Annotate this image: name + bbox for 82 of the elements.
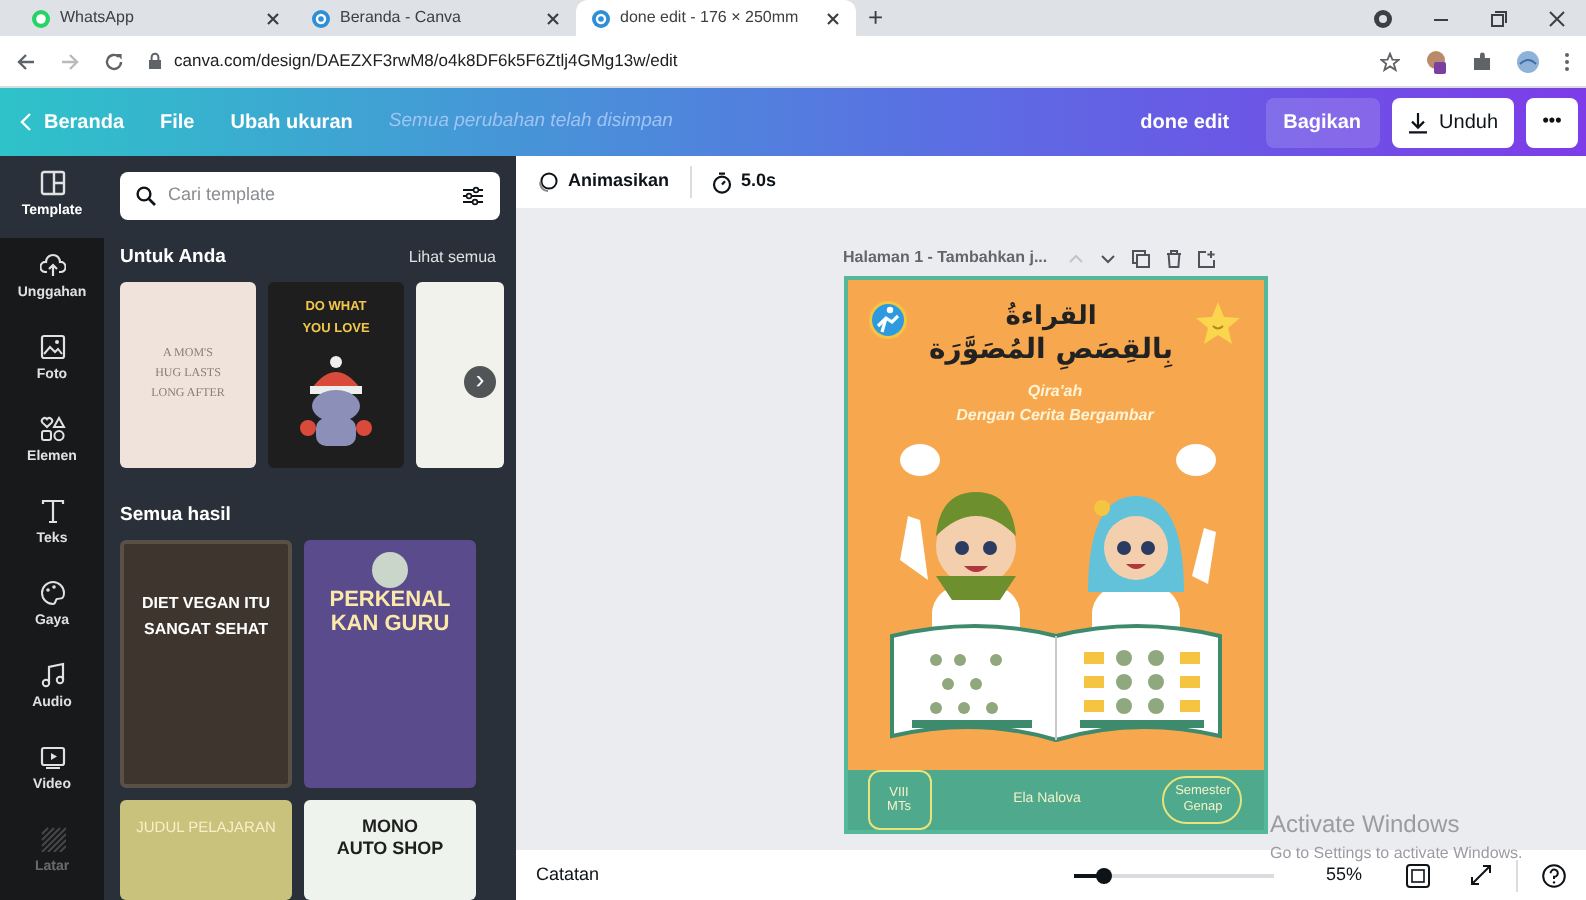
activation-title: Activate Windows	[1270, 808, 1462, 842]
template-thumbnail[interactable]: MONO AUTO SHOP	[304, 799, 476, 900]
shapes-icon	[39, 416, 65, 443]
close-icon[interactable]	[546, 11, 560, 25]
template-thumbnail[interactable]: PERKENAL KAN GURU	[304, 539, 476, 788]
zoom-slider-thumb[interactable]	[1095, 867, 1112, 883]
record-icon	[1374, 9, 1392, 27]
design-title: القراءةُ	[1005, 300, 1097, 334]
more-button[interactable]: •••	[1526, 97, 1578, 147]
add-page-icon[interactable]	[1197, 249, 1216, 267]
back-arrow-icon[interactable]	[16, 51, 36, 71]
template-text: AUTO SHOP	[336, 837, 444, 858]
document-title[interactable]: done edit	[1140, 107, 1230, 137]
notes-button[interactable]: Catatan	[536, 861, 600, 889]
template-text: SANGAT SEHAT	[144, 617, 268, 642]
bear-drawing	[296, 352, 376, 449]
trash-icon[interactable]	[1165, 249, 1182, 267]
tab-title: done edit - 176 × 250mm	[620, 6, 801, 30]
template-text: DIET VEGAN ITU	[141, 591, 270, 616]
page-title[interactable]: Halaman 1 - Tambahkan j...	[843, 246, 1048, 270]
expand-icon[interactable]	[1470, 864, 1492, 886]
design-subtitle: Qira'ah	[1027, 380, 1083, 404]
duration-button[interactable]: 5.0s	[711, 168, 777, 196]
template-text: PERKENAL	[329, 589, 451, 612]
tab-title: WhatsApp	[60, 6, 136, 30]
restore-icon[interactable]	[1490, 9, 1508, 27]
address-bar[interactable]: canva.com/design/DAEZXF3rwM8/o4k8DF6k5F6Ztlj4GMg13w/edit	[174, 48, 678, 74]
browser-tab[interactable]: WhatsApp	[16, 0, 296, 36]
share-button[interactable]: Bagikan	[1265, 97, 1380, 147]
reload-icon[interactable]	[104, 51, 124, 71]
browser-tab[interactable]: done edit - 176 × 250mm	[576, 0, 856, 36]
palette-icon	[39, 580, 65, 607]
circle-logo-icon	[592, 9, 610, 27]
sliders-icon[interactable]	[462, 185, 484, 206]
page-grid-icon[interactable]	[1406, 863, 1430, 887]
extension-icon[interactable]	[1424, 49, 1448, 73]
see-all-link[interactable]: Lihat semua	[408, 245, 496, 270]
activation-message: Go to Settings to activate Windows.	[1270, 842, 1523, 866]
save-status: Semua perubahan telah disimpan	[388, 107, 673, 136]
search-input[interactable]: Cari template	[168, 182, 450, 210]
section-title: Semua hasil	[120, 501, 233, 530]
circle-logo-icon	[312, 9, 330, 27]
running-figure-logo-icon	[867, 300, 907, 340]
duplicate-icon[interactable]	[1131, 249, 1150, 267]
animate-button[interactable]: Animasikan	[536, 168, 670, 196]
search-icon	[136, 185, 156, 206]
stopwatch-icon	[711, 171, 732, 193]
section-title: Untuk Anda	[120, 243, 226, 272]
image-icon	[39, 334, 65, 361]
download-button[interactable]: Unduh	[1391, 97, 1514, 147]
music-note-icon	[39, 662, 65, 689]
template-text: KAN GURU	[330, 613, 450, 636]
design-subtitle: Dengan Cerita Bergambar	[956, 404, 1154, 428]
photo-placeholder	[372, 551, 408, 588]
close-icon[interactable]	[826, 11, 840, 25]
browser-tab[interactable]: Beranda - Canva	[296, 0, 576, 36]
close-icon[interactable]	[266, 11, 280, 25]
star-icon[interactable]	[1380, 51, 1400, 71]
menu-dots-icon[interactable]	[1564, 51, 1570, 71]
smiling-star-icon	[1194, 300, 1243, 346]
chat-bubble-icon	[32, 9, 50, 27]
tab-title: Beranda - Canva	[340, 6, 463, 30]
lock-icon	[148, 52, 162, 70]
close-icon[interactable]	[1548, 9, 1566, 27]
circles-icon	[536, 171, 558, 193]
help-icon[interactable]	[1542, 863, 1566, 887]
puzzle-icon[interactable]	[1472, 51, 1492, 71]
video-icon	[39, 744, 65, 771]
template-thumbnail[interactable]	[416, 281, 504, 468]
text-icon	[39, 498, 65, 525]
cloud-upload-icon	[39, 252, 65, 279]
search-field[interactable]: Cari template	[120, 172, 500, 220]
design-title: بِالقِصَصِ المُصَوَّرَة	[929, 334, 1173, 368]
zoom-percentage[interactable]: 55%	[1325, 861, 1362, 889]
download-icon	[1407, 111, 1428, 133]
template-text: MONO	[362, 815, 418, 836]
template-thumbnail[interactable]: DIET VEGAN ITU SANGAT SEHAT	[120, 539, 292, 788]
extension-icon[interactable]	[1516, 49, 1540, 73]
chevron-left-icon	[20, 112, 32, 132]
new-tab-button[interactable]: +	[868, 4, 884, 32]
layout-icon	[39, 170, 65, 197]
chevron-down-icon[interactable]	[1099, 253, 1116, 263]
